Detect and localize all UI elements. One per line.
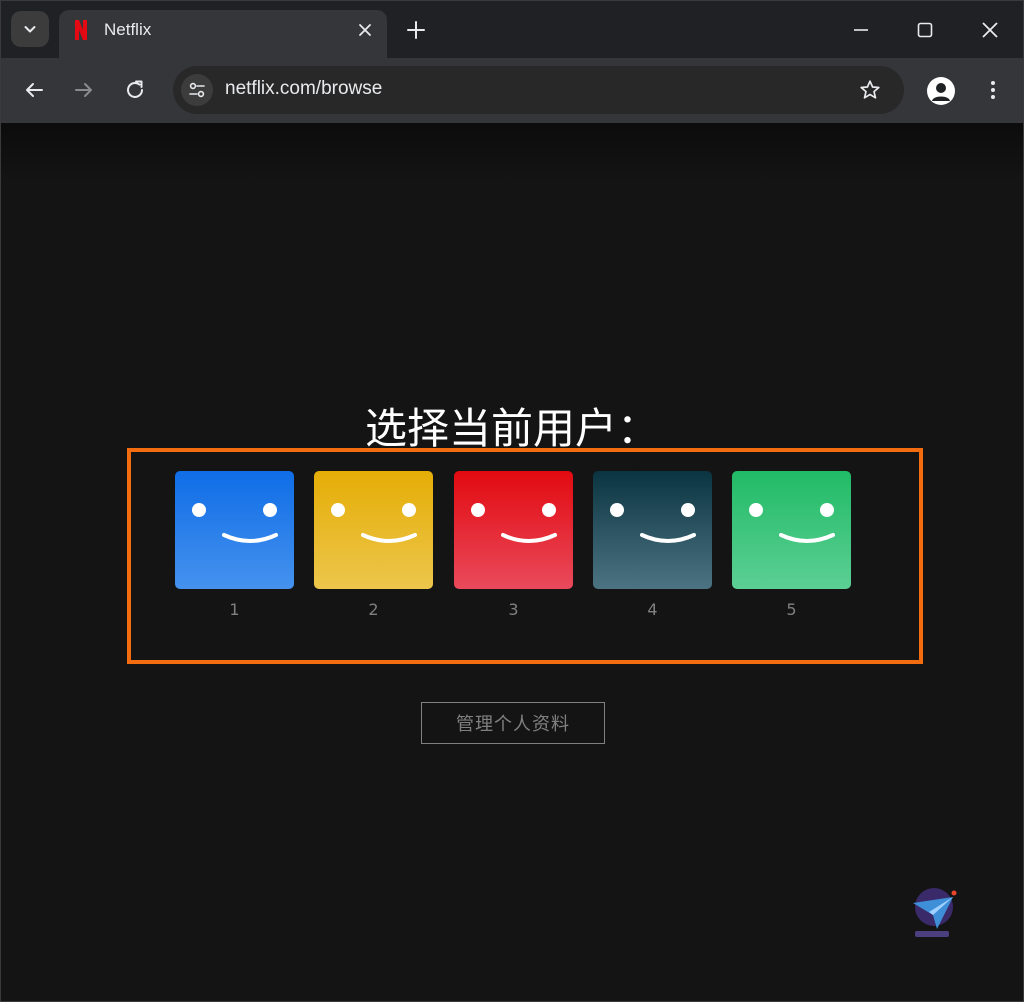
profile-name: 5 xyxy=(786,600,797,619)
profile-avatar-icon[interactable] xyxy=(732,471,851,589)
watermark-logo-icon xyxy=(913,888,957,937)
profile-2[interactable]: 2 xyxy=(314,471,433,619)
new-tab-icon[interactable] xyxy=(405,19,427,41)
bookmark-star-icon[interactable] xyxy=(858,78,882,102)
minimize-icon[interactable] xyxy=(850,19,872,41)
maximize-icon[interactable] xyxy=(914,19,936,41)
profile-avatar-icon[interactable] xyxy=(175,471,294,589)
tab-title: Netflix xyxy=(104,20,152,39)
more-menu-icon[interactable] xyxy=(981,78,1005,102)
forward-arrow-icon[interactable] xyxy=(72,78,96,102)
tab-strip: Netflix xyxy=(1,1,1023,58)
browser-toolbar: netflix.com/browse xyxy=(1,58,1023,123)
close-window-icon[interactable] xyxy=(979,19,1001,41)
profile-3[interactable]: 3 xyxy=(454,471,573,619)
chevron-down-icon xyxy=(24,26,36,33)
tab-netflix[interactable]: Netflix xyxy=(59,10,387,58)
profile-avatar-icon[interactable] xyxy=(927,77,955,105)
address-bar[interactable]: netflix.com/browse xyxy=(173,66,904,114)
netflix-profile-page: 选择当前用户： 1 2 3 4 5 管理个人资料 xyxy=(1,123,1023,1001)
site-info-button[interactable] xyxy=(181,74,213,106)
profile-name: 2 xyxy=(368,600,379,619)
profile-5[interactable]: 5 xyxy=(732,471,851,619)
profile-name: 4 xyxy=(647,600,658,619)
profile-name: 3 xyxy=(508,600,519,619)
profile-avatar-icon[interactable] xyxy=(314,471,433,589)
page-title: 选择当前用户： xyxy=(364,404,659,453)
browser-window: Netflix netflix.com/browse 选择当前用户： 1 2 3… xyxy=(0,0,1024,1002)
profile-avatar-icon[interactable] xyxy=(593,471,712,589)
profile-4[interactable]: 4 xyxy=(593,471,712,619)
back-arrow-icon[interactable] xyxy=(22,78,46,102)
netflix-logo-icon xyxy=(75,20,87,40)
profile-1[interactable]: 1 xyxy=(175,471,294,619)
profile-name: 1 xyxy=(229,600,240,619)
tab-search-button[interactable] xyxy=(11,11,49,47)
reload-icon[interactable] xyxy=(123,78,147,102)
close-tab-icon[interactable] xyxy=(355,20,375,40)
manage-profiles-button[interactable]: 管理个人资料 xyxy=(421,702,605,744)
url-text[interactable]: netflix.com/browse xyxy=(225,78,382,100)
profile-avatar-icon[interactable] xyxy=(454,471,573,589)
tune-icon xyxy=(189,82,205,98)
